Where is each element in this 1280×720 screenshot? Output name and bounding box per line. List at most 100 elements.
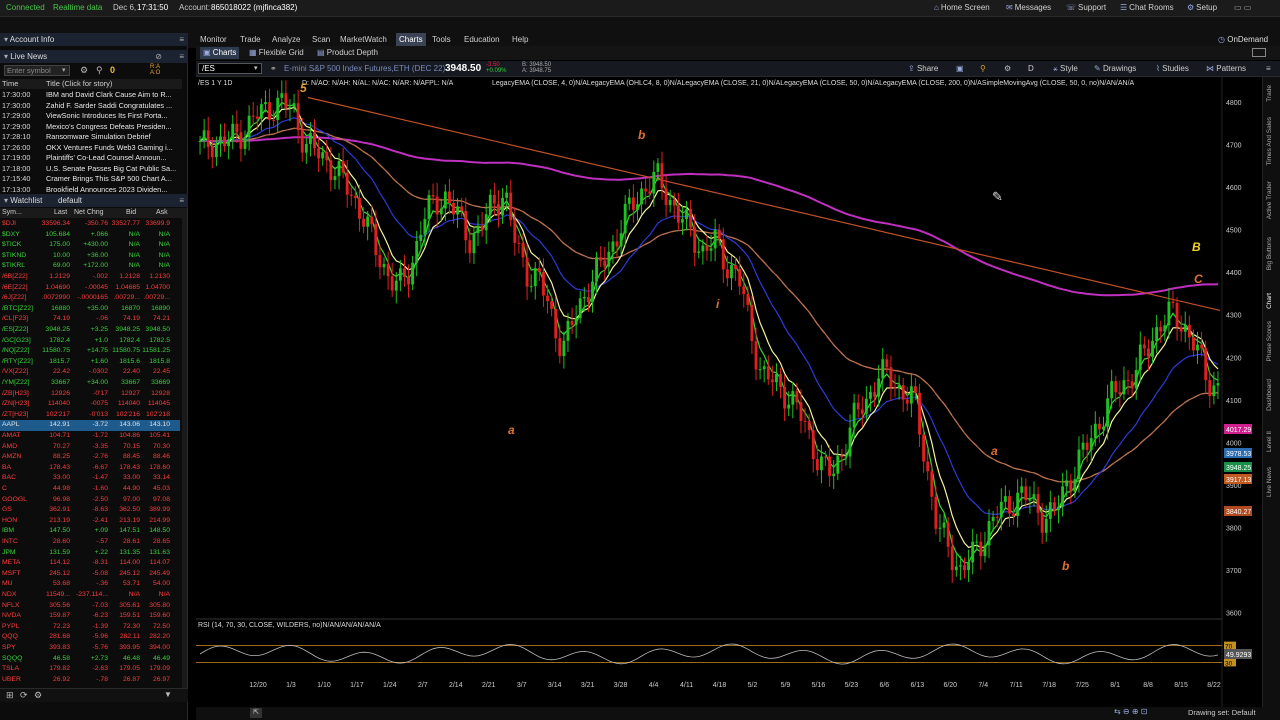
dock-tab-chart[interactable]: Chart [1266,293,1273,309]
news-row[interactable]: 17:29:00 Mexico's Congress Defeats Presid… [0,122,182,133]
wl-bid[interactable]: 282.11 [108,632,140,643]
wl-ask[interactable]: 159.60 [140,611,170,622]
wl-symbol[interactable]: BAC [2,473,42,484]
wl-symbol[interactable]: /VX[Z22] [2,367,42,378]
style-button[interactable]: ⚹ Style [1053,64,1078,74]
dock-tab-live-news[interactable]: Live News [1266,467,1273,497]
sort-icon[interactable]: R:A A:O [150,64,160,76]
wl-symbol[interactable]: NVDA [2,611,42,622]
watchlist-row[interactable]: /GC[G23] 1782.4 +1.0 1782.4 1782.5 [0,336,180,347]
menu-help[interactable]: Help [512,33,528,46]
chevron-down-icon[interactable]: ▾ [62,66,66,74]
wl-ask[interactable]: 28.65 [140,537,170,548]
wl-bid[interactable]: 102'216 [108,410,140,421]
wl-col-symbol[interactable]: Sym... [2,208,22,218]
wl-bid[interactable]: 245.12 [108,569,140,580]
timeframe-button[interactable]: D [1028,64,1034,73]
wl-ask[interactable]: 105.41 [140,431,170,442]
wl-bid[interactable]: 1.2128 [108,272,140,283]
wl-symbol[interactable]: INTC [2,537,42,548]
wl-symbol[interactable]: MSFT [2,569,42,580]
wl-ask[interactable]: 102'218 [140,410,170,421]
subtab-flexible-grid[interactable]: ▦ Flexible Grid [246,47,307,59]
watchlist-row[interactable]: /ES[Z22] 3948.25 +3.25 3948.25 3948.50 [0,325,180,336]
symbol-input[interactable]: /ES [198,63,262,74]
wl-bid[interactable]: N/A [108,590,140,601]
wl-ask[interactable]: 33669 [140,378,170,389]
watchlist-row[interactable]: NFLX 305.56 -7.03 305.61 305.80 [0,601,180,612]
wl-ask[interactable]: 1.2130 [140,272,170,283]
wl-symbol[interactable]: /GC[G23] [2,336,42,347]
wl-symbol[interactable]: AMZN [2,452,42,463]
wl-bid[interactable]: 178.43 [108,463,140,474]
wl-bid[interactable]: 147.51 [108,526,140,537]
account-selector[interactable]: 865018022 (mjfinca382) [211,3,297,12]
share-button[interactable]: ⇪ Share [908,64,938,73]
account-info-header[interactable]: ▾ Account Info ≡ [0,33,188,46]
news-headline[interactable]: IBM and David Clark Cause Aim to R... [46,90,180,101]
home-screen-link[interactable]: ⌂ Home Screen [934,3,990,12]
wl-symbol[interactable]: $DXY [2,230,42,241]
collapse-icon[interactable]: ▼ [164,690,172,699]
wl-ask[interactable]: 11581.25 [140,346,170,357]
wl-symbol[interactable]: /6E[Z22] [2,283,42,294]
wl-ask[interactable]: 143.10 [140,420,170,431]
wl-bid[interactable]: N/A [108,240,140,251]
wl-symbol[interactable]: AMAT [2,431,42,442]
chart-period-label[interactable]: /ES 1 Y 1D [198,80,232,87]
news-headline[interactable]: Ransomware Simulation Debrief [46,132,180,143]
drawing-set-label[interactable]: Drawing set: Default [1188,708,1256,717]
wl-ask[interactable]: 22.45 [140,367,170,378]
watchlist-row[interactable]: MU 53.68 -.36 53.71 54.00 [0,579,180,590]
watchlist-scrollbar[interactable] [182,208,187,688]
wl-ask[interactable]: 282.20 [140,632,170,643]
menu-icon[interactable]: ≡ [179,33,184,46]
wl-ask[interactable]: 12928 [140,389,170,400]
watchlist-row[interactable]: $TIKRL 69.00 +172.00 N/A N/A [0,261,180,272]
watchlist-row[interactable]: /YM[Z22] 33667 +34.00 33667 33669 [0,378,180,389]
link-icon[interactable]: ⊘ [155,50,162,63]
watchlist-row[interactable]: $DJI 33596.34 -350.76 33527.77 33699.9 [0,219,180,230]
watchlist-row[interactable]: AAPL 142.91 -3.72 143.06 143.10 [0,420,180,431]
wl-ask[interactable]: 1815.8 [140,357,170,368]
chart-canvas[interactable]: /ES 1 Y 1D D: N/AO: N/AH: N/AL: N/AC: N/… [196,77,1262,707]
wl-symbol[interactable]: JPM [2,548,42,559]
news-row[interactable]: 17:26:00 OKX Ventures Funds Web3 Gaming i… [0,143,182,154]
wl-bid[interactable]: 3948.25 [108,325,140,336]
watchlist-row[interactable]: MSFT 245.12 -5.08 245.12 245.49 [0,569,180,580]
wl-ask[interactable]: 54.00 [140,579,170,590]
watchlist-row[interactable]: /NQ[Z22] 11580.75 +14.75 11580.75 11581.25 [0,346,180,357]
wl-bid[interactable]: 159.51 [108,611,140,622]
watchlist-row[interactable]: /VX[Z22] 22.42 -.0302 22.40 22.45 [0,367,180,378]
wl-symbol[interactable]: /BTC[Z22] [2,304,42,315]
wl-ask[interactable]: 114045 [140,399,170,410]
dock-tab-phase-scores[interactable]: Phase Scores [1266,321,1273,361]
zoom-controls[interactable]: ⇆ ⊖ ⊕ ⊡ [1114,707,1147,716]
wl-bid[interactable]: N/A [108,230,140,241]
wl-ask[interactable]: 1782.5 [140,336,170,347]
menu-icon[interactable]: ≡ [179,50,184,63]
wl-symbol[interactable]: AAPL [2,420,42,431]
news-row[interactable]: 17:15:40 Cramer Brings This S&P 500 Chart… [0,174,182,185]
wl-bid[interactable]: 143.06 [108,420,140,431]
watchlist-row[interactable]: AMZN 88.25 -2.76 88.45 88.46 [0,452,180,463]
wl-symbol[interactable]: SQQQ [2,654,42,665]
menu-icon[interactable]: ≡ [179,194,184,207]
patterns-button[interactable]: ⋈ Patterns [1206,64,1246,73]
window-controls[interactable]: ▭ ▭ [1234,3,1251,12]
wl-ask[interactable]: 70.30 [140,442,170,453]
scroll-to-end-icon[interactable]: ⇱ [250,708,262,718]
wl-bid[interactable]: 97.00 [108,495,140,506]
wl-bid[interactable]: 362.50 [108,505,140,516]
menu-scan[interactable]: Scan [312,33,330,46]
wl-ask[interactable]: 179.09 [140,664,170,675]
wl-bid[interactable]: 33667 [108,378,140,389]
watchlist-row[interactable]: SQQQ 46.58 +2.73 46.48 46.49 [0,654,180,665]
wl-ask[interactable]: 33699.9 [140,219,170,230]
watchlist-row[interactable]: NDX 11549... -237.114... N/A N/A [0,590,180,601]
messages-link[interactable]: ✉ Messages [1006,3,1051,12]
news-row[interactable]: 17:29:00 ViewSonic Introduces Its First P… [0,111,182,122]
wl-symbol[interactable]: /6J[Z22] [2,293,42,304]
wl-ask[interactable]: 45.03 [140,484,170,495]
gear-icon[interactable]: ⚙ [34,690,42,701]
